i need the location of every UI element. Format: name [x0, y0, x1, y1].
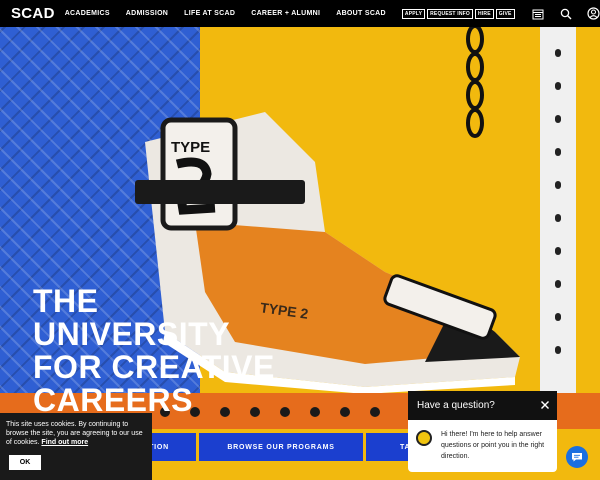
- chat-message-panel: Hi there! I'm here to help answer questi…: [408, 420, 557, 472]
- headline-line: UNIVERSITY: [33, 316, 231, 352]
- rail-hole: [555, 313, 561, 321]
- rail-hole: [555, 280, 561, 288]
- rail-hole: [340, 407, 350, 417]
- browse-programs-button[interactable]: BROWSE OUR PROGRAMS: [199, 433, 363, 461]
- browse-programs-label: BROWSE OUR PROGRAMS: [227, 443, 335, 451]
- account-icon[interactable]: [587, 7, 600, 21]
- rail-hole: [280, 407, 290, 417]
- request-info-button[interactable]: REQUEST INFO: [427, 8, 474, 19]
- rail-hole: [555, 49, 561, 57]
- nav-admission[interactable]: ADMISSION: [126, 10, 168, 17]
- give-button[interactable]: GIVE: [495, 8, 515, 19]
- chat-message: Hi there! I'm here to help answer questi…: [441, 431, 545, 460]
- page: SCAD ACADEMICS ADMISSION LIFE AT SCAD CA…: [0, 0, 600, 480]
- rail-hole: [555, 346, 561, 354]
- rail-hole: [310, 407, 320, 417]
- top-nav: SCAD ACADEMICS ADMISSION LIFE AT SCAD CA…: [0, 0, 600, 27]
- nav-academics[interactable]: ACADEMICS: [65, 10, 110, 17]
- headline-line: THE: [33, 283, 99, 319]
- rail-hole: [555, 82, 561, 90]
- nav-about-scad[interactable]: ABOUT SCAD: [336, 10, 386, 17]
- chat-header: Have a question?: [408, 391, 557, 420]
- find-out-more-link[interactable]: Find out more: [41, 439, 88, 446]
- apply-button[interactable]: APPLY: [401, 8, 426, 19]
- scad-logo[interactable]: SCAD: [11, 5, 55, 22]
- main-nav: ACADEMICS ADMISSION LIFE AT SCAD CAREER …: [65, 10, 402, 17]
- headline-line: FOR CREATIVE: [33, 349, 275, 385]
- rail-hole: [555, 115, 561, 123]
- calendar-icon[interactable]: [531, 7, 545, 21]
- chat-launcher-button[interactable]: [566, 446, 588, 468]
- rail-hole: [555, 181, 561, 189]
- cta-right-button[interactable]: TA: [366, 433, 410, 461]
- rail-hole: [555, 148, 561, 156]
- svg-text:TYPE: TYPE: [171, 139, 210, 156]
- chat-title: Have a question?: [417, 400, 495, 411]
- hero-headline: THE UNIVERSITY FOR CREATIVE CAREERS: [33, 285, 275, 417]
- nav-career-alumni[interactable]: CAREER + ALUMNI: [251, 10, 320, 17]
- close-icon[interactable]: [540, 400, 550, 410]
- nav-life-at-scad[interactable]: LIFE AT SCAD: [184, 10, 235, 17]
- rail-hole: [555, 247, 561, 255]
- utility-nav: APPLY REQUEST INFO HIRE GIVE: [401, 7, 600, 21]
- bee-avatar-icon: [416, 430, 432, 446]
- rail-hole: [370, 407, 380, 417]
- rail-hole: [555, 214, 561, 222]
- cookie-ok-button[interactable]: OK: [9, 455, 41, 470]
- chat-bubble-icon: [572, 453, 582, 462]
- search-icon[interactable]: [559, 7, 573, 21]
- hire-button[interactable]: HIRE: [475, 8, 494, 19]
